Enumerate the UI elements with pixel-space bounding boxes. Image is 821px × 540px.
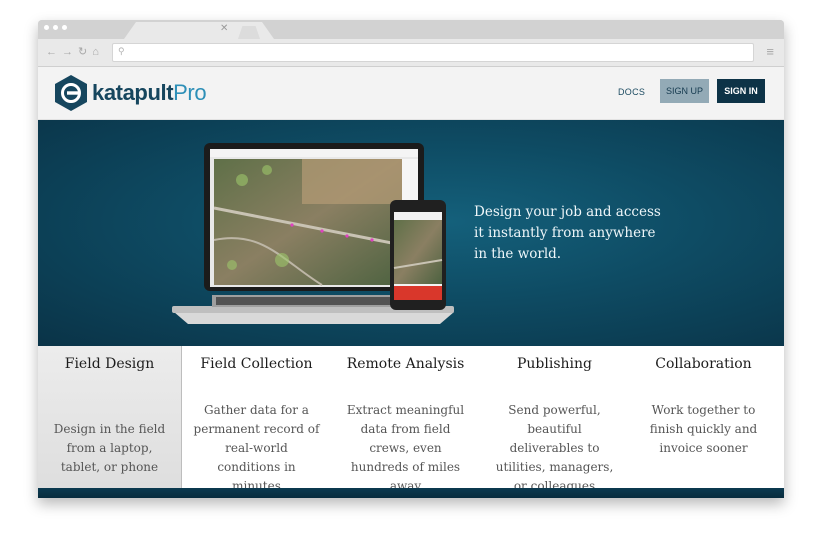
feature-title: Publishing: [516, 356, 592, 372]
sign-up-button[interactable]: SIGN UP: [660, 79, 709, 103]
site-header: katapultPro DOCS SIGN UP SIGN IN: [38, 67, 784, 120]
feature-title: Remote Analysis: [346, 356, 465, 372]
feature-tab-field-design[interactable]: Field Design Design in the field from a …: [38, 346, 182, 488]
nav-docs-link[interactable]: DOCS: [618, 87, 645, 97]
address-bar[interactable]: ⚲: [112, 43, 754, 62]
feature-tab-remote-analysis[interactable]: Remote Analysis Extract meaningful data …: [331, 346, 480, 493]
menu-icon[interactable]: ≡: [766, 45, 774, 59]
feature-tab-field-collection[interactable]: Field Collection Gather data for a perma…: [182, 346, 331, 493]
window-controls: [44, 25, 67, 30]
sign-in-button[interactable]: SIGN IN: [717, 79, 765, 103]
hero-headline-line: in the world.: [474, 246, 562, 262]
hero-headline-line: it instantly from anywhere: [474, 225, 656, 241]
browser-window: ✕ ← → ↻ ⌂ ⚲ ≡ katapultPro DOCS SIGN UP S…: [38, 20, 784, 498]
logo-wordmark: katapultPro: [92, 80, 207, 105]
feature-title: Field Collection: [200, 356, 313, 372]
home-icon[interactable]: ⌂: [92, 45, 99, 59]
feature-description: Send powerful, beautiful deliverables to…: [495, 403, 614, 493]
feature-tab-publishing[interactable]: Publishing Send powerful, beautiful deli…: [480, 346, 629, 493]
maximize-window-dot[interactable]: [62, 25, 67, 30]
close-window-dot[interactable]: [44, 25, 49, 30]
feature-description: Gather data for a permanent record of re…: [193, 403, 320, 493]
close-tab-icon[interactable]: ✕: [220, 24, 228, 34]
browser-tab-bar: ✕: [38, 20, 784, 39]
forward-arrow-icon[interactable]: →: [62, 45, 73, 59]
minimize-window-dot[interactable]: [53, 25, 58, 30]
feature-description: Design in the field from a laptop, table…: [53, 422, 166, 474]
hero-banner: Design your job and access it instantly …: [38, 120, 784, 346]
reload-icon[interactable]: ↻: [78, 45, 87, 59]
feature-description: Work together to finish quickly and invo…: [649, 403, 758, 455]
feature-tab-collaboration[interactable]: Collaboration Work together to finish qu…: [629, 346, 778, 488]
feature-title: Field Design: [64, 356, 155, 372]
footer-strip: [38, 488, 784, 498]
search-icon: ⚲: [118, 46, 125, 56]
features-row: Field Design Design in the field from a …: [38, 346, 784, 493]
browser-nav-bar: ← → ↻ ⌂ ⚲ ≡: [38, 39, 784, 67]
hero-headline-line: Design your job and access: [474, 204, 661, 220]
hero-headline: Design your job and access it instantly …: [474, 202, 684, 265]
website: katapultPro DOCS SIGN UP SIGN IN Design …: [38, 67, 784, 498]
feature-title: Collaboration: [655, 356, 752, 372]
feature-description: Extract meaningful data from field crews…: [346, 403, 465, 493]
katapult-logo[interactable]: katapultPro: [53, 74, 207, 112]
laptop-and-phone-illustration: [172, 143, 454, 324]
katapult-logo-icon: [55, 75, 87, 111]
back-arrow-icon[interactable]: ←: [46, 45, 57, 59]
